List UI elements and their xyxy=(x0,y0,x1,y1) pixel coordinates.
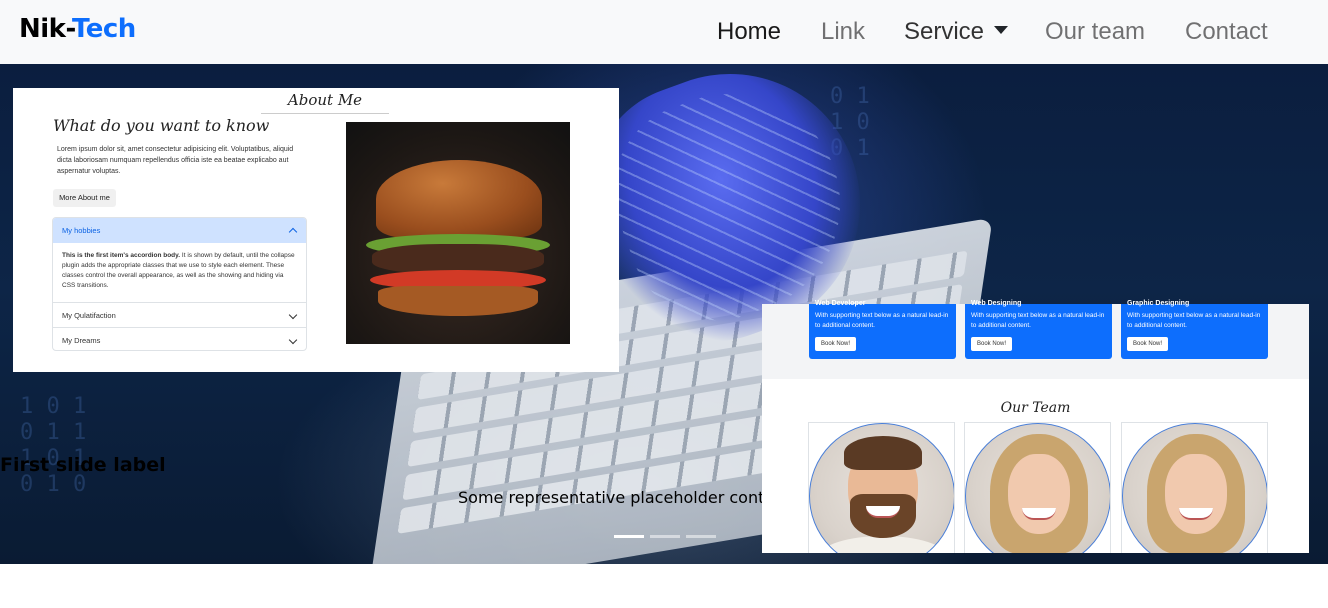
accordion-item-hobbies[interactable]: My hobbies xyxy=(53,218,306,243)
service-title: Web Developer xyxy=(815,300,866,307)
accordion-label: My Dreams xyxy=(62,336,101,345)
service-title: Web Designing xyxy=(971,300,1022,307)
carousel-caption-text: Some representative placeholder content … xyxy=(458,488,812,507)
matrix-background-decoration: 1 0 10 1 11 0 10 1 0 xyxy=(20,394,87,497)
nav-service-label: Service xyxy=(904,18,985,45)
nav-our-team-link[interactable]: Our team xyxy=(1045,18,1145,46)
accordion-item-qualification[interactable]: My Qulatifaction xyxy=(53,302,306,327)
chevron-up-icon xyxy=(288,227,298,237)
carousel-indicator-2[interactable] xyxy=(650,535,680,538)
accordion-label: My hobbies xyxy=(62,226,101,235)
carousel-indicator-1[interactable] xyxy=(614,535,644,538)
service-title: Graphic Designing xyxy=(1127,300,1190,307)
about-heading: What do you want to know xyxy=(53,116,270,135)
chevron-down-icon xyxy=(288,335,298,345)
nav-link-link[interactable]: Link xyxy=(821,18,865,46)
about-text: Lorem ipsum dolor sit, amet consectetur … xyxy=(57,146,294,175)
nav-contact-link[interactable]: Contact xyxy=(1185,18,1268,46)
woman-avatar xyxy=(1122,423,1267,553)
accordion-item-dreams[interactable]: My Dreams xyxy=(53,327,306,350)
book-now-button[interactable]: Book Now! xyxy=(971,337,1012,351)
brand-name-accent: Tech xyxy=(71,14,136,44)
service-text: With supporting text below as a natural … xyxy=(971,312,1105,329)
team-member-card xyxy=(1121,422,1268,553)
woman-avatar xyxy=(965,423,1110,553)
service-text: With supporting text below as a natural … xyxy=(815,312,949,329)
man-avatar xyxy=(809,423,954,553)
accordion-body: This is the first item's accordion body.… xyxy=(53,243,306,302)
book-now-button[interactable]: Book Now! xyxy=(815,337,856,351)
about-me-preview: About Me What do you want to know Lorem … xyxy=(13,88,619,372)
accordion-body-bold: This is the first item's accordion body. xyxy=(62,252,181,259)
service-card: Web Designing With supporting text below… xyxy=(965,300,1112,359)
burger-image xyxy=(346,122,570,344)
book-now-button[interactable]: Book Now! xyxy=(1127,337,1168,351)
team-preview: Web Developer With supporting text below… xyxy=(762,300,1309,553)
brand-logo[interactable]: Nik-Tech xyxy=(19,14,136,44)
service-card: Graphic Designing With supporting text b… xyxy=(1121,300,1268,359)
chevron-down-icon xyxy=(288,310,298,320)
team-member-card xyxy=(808,422,955,553)
about-title: About Me xyxy=(261,88,389,114)
team-title: Our Team xyxy=(1000,400,1071,416)
caret-down-icon xyxy=(994,25,1009,34)
brand-name: Nik- xyxy=(19,14,72,44)
more-about-button[interactable]: More About me xyxy=(53,189,116,207)
carousel-indicators xyxy=(614,535,716,538)
service-card: Web Developer With supporting text below… xyxy=(809,300,956,359)
services-strip: Web Developer With supporting text below… xyxy=(762,300,1309,379)
accordion-label: My Qulatifaction xyxy=(62,311,116,320)
accordion: My hobbies This is the first item's acco… xyxy=(52,217,307,351)
nav-home-link[interactable]: Home xyxy=(717,18,781,46)
carousel-indicator-3[interactable] xyxy=(686,535,716,538)
team-member-card xyxy=(964,422,1111,553)
navbar: Nik-Tech Home Link Service Our team Cont… xyxy=(0,0,1328,64)
service-text: With supporting text below as a natural … xyxy=(1127,312,1261,329)
nav-service-dropdown[interactable]: Service xyxy=(904,18,1009,46)
